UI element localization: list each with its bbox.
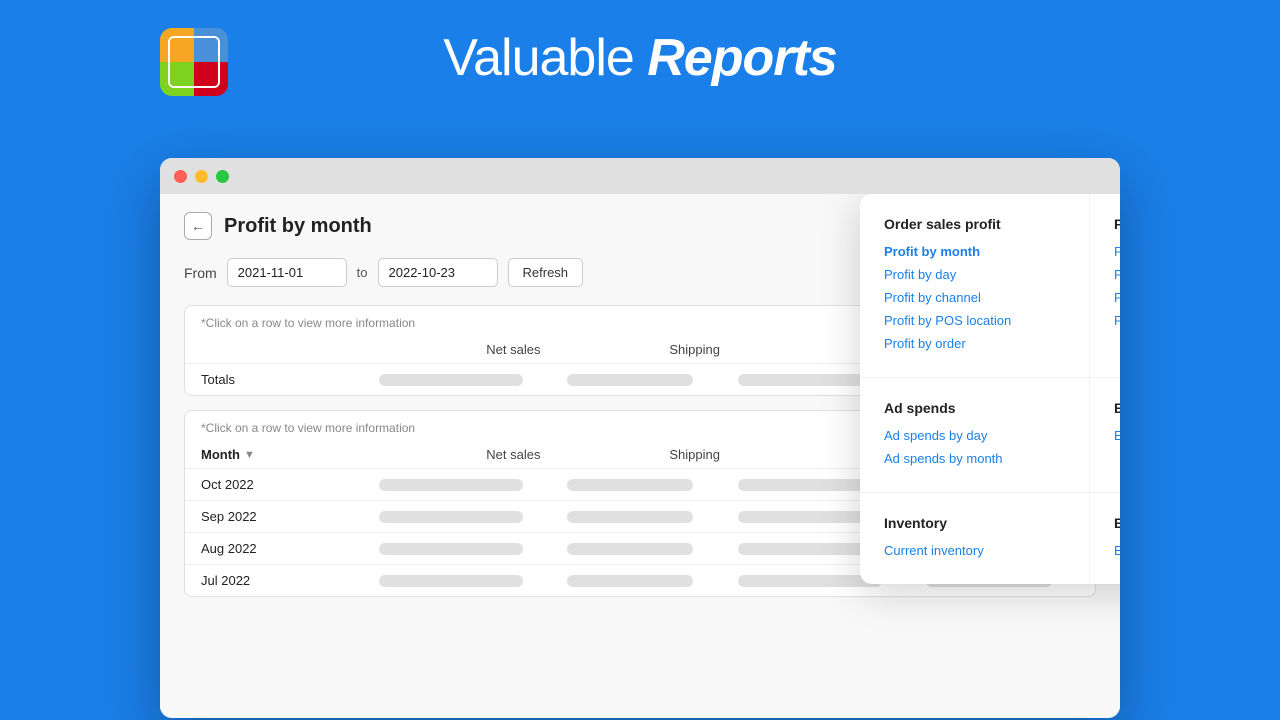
col-month[interactable]: Month ▼ <box>201 447 361 462</box>
maximize-dot[interactable] <box>216 170 229 183</box>
back-button[interactable]: ← <box>184 212 212 240</box>
link-profit-by-pos-location[interactable]: Profit by POS location <box>884 313 1065 328</box>
cell-shipping <box>567 575 693 587</box>
cell-net-sales <box>379 511 523 523</box>
date-from-input[interactable] <box>227 258 347 287</box>
col-empty <box>201 342 361 357</box>
cell-net-sales <box>379 479 523 491</box>
link-profit-by-product-title[interactable]: Profit by product title <box>1114 244 1120 259</box>
col-shipping: Shipping <box>541 342 721 357</box>
app-title: Valuable Reports <box>443 28 836 88</box>
to-label: to <box>357 265 368 280</box>
close-dot[interactable] <box>174 170 187 183</box>
section-export: Export Export sales orders <box>1090 493 1120 584</box>
section-title-product-sales-profit: Product sales profit <box>1114 216 1120 232</box>
dropdown-grid: Order sales profit Profit by month Profi… <box>860 194 1120 584</box>
app-logo <box>160 28 228 96</box>
totals-shipping <box>567 374 693 386</box>
section-title-export: Export <box>1114 515 1120 531</box>
browser-content: ← Profit by month From to Refresh *Click… <box>160 194 1120 718</box>
link-ad-spends-by-month[interactable]: Ad spends by month <box>884 451 1065 466</box>
section-inventory: Inventory Current inventory <box>860 493 1090 584</box>
cell-shipping <box>567 479 693 491</box>
page-title: Profit by month <box>224 215 372 238</box>
link-profit-by-month[interactable]: Profit by month <box>884 244 1065 259</box>
link-profit-by-order[interactable]: Profit by order <box>884 336 1065 351</box>
section-expenses: Expenses Expenses <box>1090 378 1120 493</box>
minimize-dot[interactable] <box>195 170 208 183</box>
totals-label: Totals <box>201 372 361 387</box>
section-title-order-sales-profit: Order sales profit <box>884 216 1065 232</box>
browser-window: ← Profit by month From to Refresh *Click… <box>160 158 1120 718</box>
month-label: Jul 2022 <box>201 573 361 588</box>
section-title-ad-spends: Ad spends <box>884 400 1065 416</box>
section-order-sales-profit: Order sales profit Profit by month Profi… <box>860 194 1090 378</box>
link-current-inventory[interactable]: Current inventory <box>884 543 1065 558</box>
cell-net-sales <box>379 543 523 555</box>
cell-shipping <box>567 543 693 555</box>
link-profit-by-product-variant-sku[interactable]: Profit by product variant SKU <box>1114 267 1120 282</box>
refresh-button[interactable]: Refresh <box>508 258 584 287</box>
sort-arrow-icon: ▼ <box>244 449 255 461</box>
link-profit-by-product-vendor[interactable]: Profit by product vendor <box>1114 313 1120 328</box>
app-header: Valuable Reports <box>0 0 1280 112</box>
month-label: Sep 2022 <box>201 509 361 524</box>
link-profit-by-product-type[interactable]: Profit by product type <box>1114 290 1120 305</box>
browser-titlebar <box>160 158 1120 194</box>
link-profit-by-day[interactable]: Profit by day <box>884 267 1065 282</box>
from-label: From <box>184 265 217 281</box>
section-title-expenses: Expenses <box>1114 400 1120 416</box>
link-profit-by-channel[interactable]: Profit by channel <box>884 290 1065 305</box>
month-label: Aug 2022 <box>201 541 361 556</box>
date-to-input[interactable] <box>378 258 498 287</box>
totals-net-sales <box>379 374 523 386</box>
cell-net-sales <box>379 575 523 587</box>
col2-shipping: Shipping <box>541 447 721 462</box>
link-ad-spends-by-day[interactable]: Ad spends by day <box>884 428 1065 443</box>
col2-net-sales: Net sales <box>361 447 541 462</box>
cell-shipping <box>567 511 693 523</box>
month-label: Oct 2022 <box>201 477 361 492</box>
link-export-sales-orders[interactable]: Export sales orders <box>1114 543 1120 558</box>
navigation-dropdown: Order sales profit Profit by month Profi… <box>860 194 1120 584</box>
section-product-sales-profit: Product sales profit Profit by product t… <box>1090 194 1120 378</box>
section-title-inventory: Inventory <box>884 515 1065 531</box>
col-net-sales: Net sales <box>361 342 541 357</box>
link-expenses[interactable]: Expenses <box>1114 428 1120 443</box>
section-ad-spends: Ad spends Ad spends by day Ad spends by … <box>860 378 1090 493</box>
